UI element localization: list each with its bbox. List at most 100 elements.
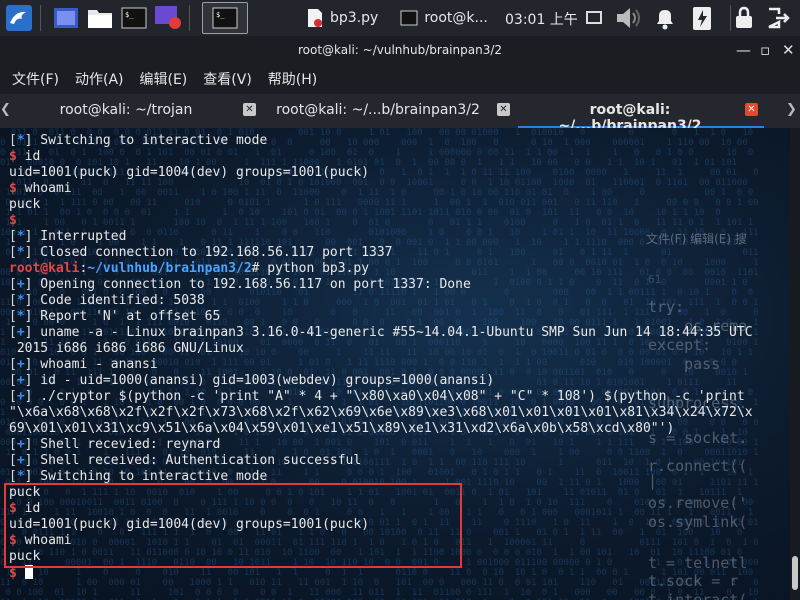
clock[interactable]: 03:01 上午 xyxy=(505,9,578,29)
volume-icon[interactable] xyxy=(614,5,644,35)
tab-scroll-left-icon[interactable]: ❮ xyxy=(0,102,11,117)
terminal-text: [ xyxy=(9,389,17,404)
file-manager-icon[interactable] xyxy=(85,3,115,33)
terminal-text: + xyxy=(16,453,25,468)
terminal-text: ] uname -a - Linux brainpan3 3.16.0-41-g… xyxy=(24,325,753,340)
svg-text:$_: $_ xyxy=(216,11,225,19)
terminal-view[interactable]: 011 0 011 0 0 0 0 0 0 011 11 0 01 0 1 01… xyxy=(0,128,790,600)
terminal-text: + xyxy=(16,373,25,388)
task-bp3[interactable]: bp3.py xyxy=(306,8,378,28)
maximize-icon[interactable]: ▫ xyxy=(760,41,770,59)
active-terminal-button[interactable]: $_ xyxy=(202,2,248,34)
terminal-text: * xyxy=(16,469,25,484)
terminal-text: $ xyxy=(9,566,25,581)
window-icon[interactable] xyxy=(586,10,602,30)
minimize-icon[interactable]: — xyxy=(736,41,751,59)
terminal-text: [ xyxy=(9,453,17,468)
terminal-text: * xyxy=(16,309,25,324)
terminal-scrollbar[interactable] xyxy=(790,128,800,600)
tab-brainpan3-active[interactable]: root@kali: ~/...b/brainpan3/2 ✕ xyxy=(518,94,764,134)
terminal-text: id xyxy=(16,149,41,164)
terminal-line: $ id xyxy=(9,149,753,165)
terminal-small-icon xyxy=(400,10,418,26)
terminal-text: [ xyxy=(9,373,17,388)
svg-text:$_: $_ xyxy=(125,11,134,19)
terminal-text: 69\x01\x01\x31\xc9\x51\x6a\x04\x59\x01\x… xyxy=(9,421,675,436)
terminal-line: [*] Switching to interactive mode xyxy=(9,133,753,149)
terminal-text: + xyxy=(16,389,25,404)
terminal-line: [+] id - uid=1000(anansi) gid=1003(webde… xyxy=(9,373,753,389)
terminal-text: ] ./cryptor $(python -c 'print "A" * 4 +… xyxy=(24,389,745,404)
terminal-text: ] id - uid=1000(anansi) gid=1003(webdev)… xyxy=(24,373,495,388)
lock-icon[interactable] xyxy=(734,6,754,34)
terminal-text: [ xyxy=(9,325,17,340)
workspace-icon[interactable] xyxy=(51,3,81,33)
terminal-line: [*] Closed connection to 192.168.56.117 … xyxy=(9,245,753,261)
close-icon[interactable]: ✕ xyxy=(782,41,795,59)
terminal-text: * xyxy=(16,229,25,244)
terminal-text: uid=1001(puck) gid=1004(dev) groups=1001… xyxy=(9,165,370,180)
terminal-line: [*] Report 'N' at offset 65 xyxy=(9,309,753,325)
scrollbar-thumb[interactable] xyxy=(792,556,798,590)
top-panel: $_ $_ bp3.py root@k... 03:01 上午 xyxy=(0,0,800,36)
tab-close-icon[interactable]: ✕ xyxy=(745,103,758,116)
terminal-line: root@kali:~/vulnhub/brainpan3/2# python … xyxy=(9,261,753,277)
terminal-text: $ xyxy=(9,181,17,196)
terminal-text: whoami xyxy=(16,181,72,196)
terminal-icon[interactable]: $_ xyxy=(119,3,149,33)
menubar: 文件(F) 动作(A) 编辑(E) 查看(V) 帮助(H) xyxy=(0,64,800,94)
terminal-text: # python bp3.py xyxy=(251,261,370,276)
terminal-line: [+] uname -a - Linux brainpan3 3.16.0-41… xyxy=(9,325,753,341)
tab-scroll-right-icon[interactable]: ❯ xyxy=(786,102,797,117)
code-text: t.interact( xyxy=(648,591,748,600)
terminal-text: "\x6a\x68\x68\x2f\x2f\x2f\x73\x68\x2f\x6… xyxy=(9,405,753,420)
logout-icon[interactable] xyxy=(766,6,790,34)
terminal-text: [ xyxy=(9,133,17,148)
terminal-text: * xyxy=(16,133,25,148)
task-root-terminal[interactable]: root@k... xyxy=(400,10,488,26)
terminal-text: ] Shell received: Authentication success… xyxy=(24,453,362,468)
terminal-text: root@kali xyxy=(9,261,80,276)
menu-file[interactable]: 文件(F) xyxy=(12,69,59,89)
terminal-text: ] Switching to interactive mode xyxy=(24,133,268,148)
terminal-line: $ xyxy=(9,213,753,229)
tab-close-icon[interactable]: ✕ xyxy=(243,103,256,116)
window-titlebar[interactable]: root@kali: ~/vulnhub/brainpan3/2 — ▫ ✕ xyxy=(0,36,800,64)
panel-separator xyxy=(730,5,731,31)
terminal-text: [ xyxy=(9,469,17,484)
terminal-text: ] Code identified: 5038 xyxy=(24,293,205,308)
terminal-line: [+] Shell received: Authentication succe… xyxy=(9,453,753,469)
kali-dragon-icon[interactable] xyxy=(4,3,34,33)
terminal-text: + xyxy=(16,277,25,292)
terminal-line: "\x6a\x68\x68\x2f\x2f\x2f\x73\x68\x2f\x6… xyxy=(9,405,753,421)
terminal-line: [+] Shell recevied: reynard xyxy=(9,437,753,453)
panel-separator xyxy=(40,5,41,31)
terminal-text: * xyxy=(16,245,25,260)
menu-help[interactable]: 帮助(H) xyxy=(268,69,317,89)
terminal-text: ] Shell recevied: reynard xyxy=(24,437,221,452)
terminal-text: [ xyxy=(9,277,17,292)
bell-icon[interactable] xyxy=(652,5,678,35)
terminal-text: ] Interrupted xyxy=(24,229,127,244)
terminal-text: [ xyxy=(9,357,17,372)
terminal-line: [+] ./cryptor $(python -c 'print "A" * 4… xyxy=(9,389,753,405)
panel-separator xyxy=(189,5,190,31)
python-file-icon xyxy=(308,9,322,27)
terminal-line: uid=1001(puck) gid=1004(dev) groups=1001… xyxy=(9,165,753,181)
terminal-text: * xyxy=(16,293,25,308)
menu-edit[interactable]: 编辑(E) xyxy=(140,69,188,89)
menu-view[interactable]: 查看(V) xyxy=(203,69,252,89)
terminal-text: ] Report 'N' at offset 65 xyxy=(24,309,221,324)
menu-action[interactable]: 动作(A) xyxy=(75,69,124,89)
terminal-text: [ xyxy=(9,245,17,260)
tab-close-icon[interactable]: ✕ xyxy=(497,103,510,116)
terminal-line: [*] Interrupted xyxy=(9,229,753,245)
terminal-line: 2015 i686 i686 i686 GNU/Linux xyxy=(9,341,753,357)
tab-brainpan3-a[interactable]: root@kali: ~/...b/brainpan3/2 ✕ xyxy=(262,94,516,126)
power-icon[interactable] xyxy=(690,4,714,36)
terminal-text: [ xyxy=(9,293,17,308)
terminal-text: ] Opening connection to 192.168.56.117 o… xyxy=(24,277,471,292)
tab-trojan[interactable]: root@kali: ~/trojan ✕ xyxy=(12,94,262,126)
terminal-icon: $_ xyxy=(212,7,238,29)
screen-recorder-icon[interactable] xyxy=(153,3,183,33)
